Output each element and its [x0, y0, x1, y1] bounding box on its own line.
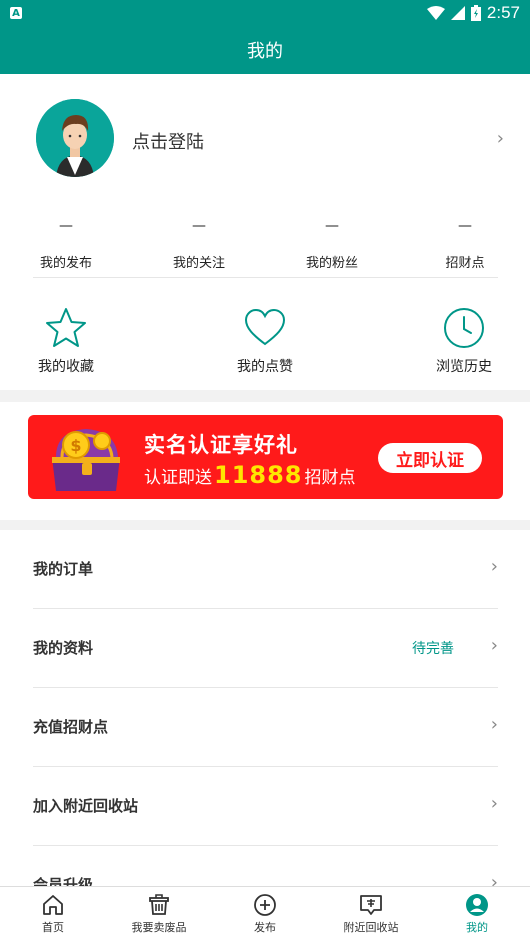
- tab-publish-label: 发布: [254, 921, 276, 934]
- tab-home-label: 首页: [42, 921, 64, 934]
- chevron-right-icon: ›: [490, 635, 498, 656]
- heart-icon: [244, 308, 286, 346]
- menu-item-label: 会员升级: [33, 876, 94, 886]
- bottom-tab-bar: 首页 我要卖废品 发布 附近回收站 我的: [0, 886, 530, 942]
- stat-points[interactable]: — 招财点: [432, 214, 498, 271]
- stat-fans-label: 我的粉丝: [305, 256, 358, 271]
- tab-home[interactable]: 首页: [0, 887, 106, 942]
- clock-icon: [444, 308, 484, 348]
- likes-button[interactable]: 我的点赞: [225, 306, 305, 376]
- tab-mine-label: 我的: [466, 921, 488, 934]
- battery-icon: [470, 5, 481, 21]
- menu-item-profile[interactable]: 我的资料 待完善 ›: [33, 609, 498, 688]
- avatar[interactable]: [36, 99, 114, 177]
- login-link[interactable]: 点击登陆: [132, 128, 204, 154]
- favorites-label: 我的收藏: [38, 359, 94, 375]
- banner-headline: 实名认证享好礼: [144, 433, 298, 457]
- signal-icon: [450, 6, 465, 20]
- chevron-right-icon: ›: [490, 556, 498, 577]
- verify-now-button[interactable]: 立即认证: [378, 443, 482, 473]
- trash-icon: [149, 894, 169, 915]
- stat-following[interactable]: — 我的关注: [166, 214, 232, 271]
- treasure-chest-icon: $: [52, 429, 120, 491]
- verify-banner[interactable]: $ 实名认证享好礼 认证即送 11888 招财点 立即认证: [28, 415, 503, 499]
- stat-fans[interactable]: — 我的粉丝: [299, 214, 365, 271]
- wifi-icon: [426, 6, 445, 20]
- stats-row: — 我的发布 — 我的关注 — 我的粉丝 — 招财点: [33, 214, 498, 278]
- banner-sub-prefix: 认证即送: [144, 468, 212, 488]
- stat-posts[interactable]: — 我的发布: [33, 214, 99, 271]
- menu-item-join-station[interactable]: 加入附近回收站 ›: [33, 767, 498, 846]
- tab-sell-waste[interactable]: 我要卖废品: [106, 887, 212, 942]
- stat-points-label: 招财点: [445, 256, 485, 271]
- stat-posts-value: —: [59, 218, 73, 234]
- banner-subline: 认证即送 11888 招财点: [144, 461, 356, 489]
- tab-nearby-station[interactable]: 附近回收站: [318, 887, 424, 942]
- home-icon: [43, 895, 63, 915]
- banner-section: $ 实名认证享好礼 认证即送 11888 招财点 立即认证: [0, 402, 530, 520]
- chevron-right-icon: ›: [490, 714, 498, 735]
- history-button[interactable]: 浏览历史: [424, 306, 504, 376]
- tab-sell-waste-label: 我要卖废品: [131, 921, 187, 934]
- stat-points-value: —: [458, 218, 472, 234]
- banner-points-number: 11888: [214, 461, 303, 489]
- tab-publish[interactable]: 发布: [212, 887, 318, 942]
- banner-sub-suffix: 招财点: [304, 468, 356, 488]
- station-icon: [360, 895, 382, 915]
- menu-item-orders[interactable]: 我的订单 ›: [33, 530, 498, 609]
- menu-item-label: 加入附近回收站: [33, 797, 139, 815]
- tab-mine[interactable]: 我的: [424, 887, 530, 942]
- chevron-right-icon: ›: [490, 793, 498, 814]
- menu-item-recharge[interactable]: 充值招财点 ›: [33, 688, 498, 767]
- menu-item-label: 我的资料: [33, 639, 94, 657]
- clock-time: 2:57: [486, 3, 520, 22]
- star-icon: [46, 308, 86, 347]
- user-icon: [466, 894, 488, 916]
- menu-item-label: 我的订单: [33, 560, 94, 578]
- favorites-button[interactable]: 我的收藏: [26, 306, 106, 376]
- chevron-right-icon[interactable]: ›: [497, 128, 504, 149]
- stat-following-label: 我的关注: [172, 256, 225, 271]
- tab-nearby-station-label: 附近回收站: [343, 921, 399, 934]
- profile-status-badge: 待完善: [412, 641, 454, 657]
- profile-card: 点击登陆 › — 我的发布 — 我的关注 — 我的粉丝 — 招财点 我的收藏 我…: [0, 74, 530, 390]
- plus-circle-icon: [254, 894, 276, 916]
- app-notification-icon: A: [10, 7, 22, 19]
- status-bar: A 2:57: [0, 0, 530, 26]
- settings-menu: 我的订单 › 我的资料 待完善 › 充值招财点 › 加入附近回收站 › 会员升级…: [0, 530, 530, 886]
- chevron-right-icon: ›: [490, 872, 498, 886]
- stat-fans-value: —: [325, 218, 339, 234]
- page-title: 我的: [0, 26, 530, 74]
- svg-text:$: $: [70, 436, 81, 455]
- history-label: 浏览历史: [436, 359, 492, 375]
- stat-following-value: —: [192, 218, 206, 234]
- menu-item-upgrade[interactable]: 会员升级 ›: [33, 846, 498, 886]
- menu-item-label: 充值招财点: [33, 718, 109, 736]
- stat-posts-label: 我的发布: [39, 256, 92, 271]
- likes-label: 我的点赞: [237, 359, 293, 375]
